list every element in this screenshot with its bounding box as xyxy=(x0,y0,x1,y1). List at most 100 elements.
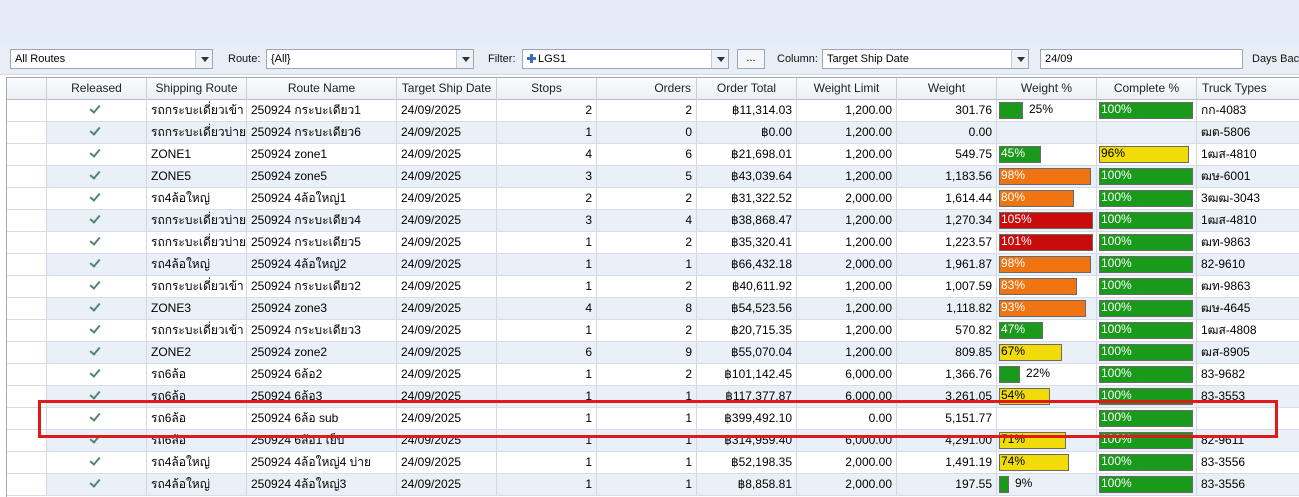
cell-shipping-route[interactable]: ZONE5 xyxy=(147,166,247,187)
filter-browse-button[interactable]: ... xyxy=(737,49,765,69)
cell-weight-pct[interactable]: 25% xyxy=(997,100,1097,121)
cell-truck-types[interactable]: 1ฒส-4810 xyxy=(1197,210,1299,231)
cell-orders[interactable]: 1 xyxy=(597,408,697,429)
cell-indicator[interactable] xyxy=(7,254,47,275)
cell-weight-limit[interactable]: 6,000.00 xyxy=(797,386,897,407)
cell-shipping-route[interactable]: รถ4ล้อใหญ่ xyxy=(147,452,247,473)
cell-stops[interactable]: 3 xyxy=(497,166,597,187)
cell-truck-types[interactable]: ฒส-8905 xyxy=(1197,342,1299,363)
cell-target-ship-date[interactable]: 24/09/2025 xyxy=(397,232,497,253)
cell-shipping-route[interactable]: ZONE2 xyxy=(147,342,247,363)
cell-target-ship-date[interactable]: 24/09/2025 xyxy=(397,254,497,275)
cell-stops[interactable]: 1 xyxy=(497,408,597,429)
cell-route-name[interactable]: 250924 กระบะเดียว6 xyxy=(247,122,397,143)
cell-order-total[interactable]: ฿66,432.18 xyxy=(697,254,797,275)
cell-weight[interactable]: 1,961.87 xyxy=(897,254,997,275)
cell-weight[interactable]: 4,291.00 xyxy=(897,430,997,451)
cell-stops[interactable]: 1 xyxy=(497,232,597,253)
cell-orders[interactable]: 2 xyxy=(597,100,697,121)
cell-weight-limit[interactable]: 1,200.00 xyxy=(797,298,897,319)
cell-released[interactable] xyxy=(47,210,147,231)
cell-weight-limit[interactable]: 2,000.00 xyxy=(797,474,897,495)
cell-weight-limit[interactable]: 6,000.00 xyxy=(797,364,897,385)
cell-truck-types[interactable]: 82-9611 xyxy=(1197,430,1299,451)
cell-orders[interactable]: 1 xyxy=(597,430,697,451)
column-header-released[interactable]: Released xyxy=(47,78,147,100)
cell-released[interactable] xyxy=(47,144,147,165)
cell-complete-pct[interactable]: 100% xyxy=(1097,188,1197,209)
cell-weight-limit[interactable]: 1,200.00 xyxy=(797,276,897,297)
cell-stops[interactable]: 1 xyxy=(497,276,597,297)
cell-weight-limit[interactable]: 1,200.00 xyxy=(797,210,897,231)
cell-weight-pct[interactable]: 67% xyxy=(997,342,1097,363)
cell-order-total[interactable]: ฿38,868.47 xyxy=(697,210,797,231)
cell-stops[interactable]: 2 xyxy=(497,188,597,209)
cell-order-total[interactable]: ฿43,039.64 xyxy=(697,166,797,187)
cell-weight-limit[interactable]: 1,200.00 xyxy=(797,100,897,121)
cell-released[interactable] xyxy=(47,342,147,363)
cell-order-total[interactable]: ฿314,959.40 xyxy=(697,430,797,451)
table-row[interactable]: รถกระบะเดี่ยวบ่าย 250924 กระบะเดียว6 24/09… xyxy=(7,122,1299,144)
table-row[interactable]: รถกระบะเดี่ยวบ่าย 250924 กระบะเดียว4 24/09… xyxy=(7,210,1299,232)
cell-orders[interactable]: 6 xyxy=(597,144,697,165)
cell-stops[interactable]: 1 xyxy=(497,122,597,143)
cell-orders[interactable]: 2 xyxy=(597,320,697,341)
cell-released[interactable] xyxy=(47,430,147,451)
cell-complete-pct[interactable]: 100% xyxy=(1097,254,1197,275)
cell-released[interactable] xyxy=(47,276,147,297)
chevron-down-icon[interactable] xyxy=(195,50,212,68)
cell-weight-pct[interactable]: 98% xyxy=(997,254,1097,275)
cell-weight-pct[interactable]: 71% xyxy=(997,430,1097,451)
cell-order-total[interactable]: ฿21,698.01 xyxy=(697,144,797,165)
cell-weight-pct[interactable]: 74% xyxy=(997,452,1097,473)
cell-stops[interactable]: 4 xyxy=(497,144,597,165)
chevron-down-icon[interactable] xyxy=(456,50,473,68)
cell-route-name[interactable]: 250924 4ล้อใหญ่1 xyxy=(247,188,397,209)
cell-route-name[interactable]: 250924 4ล้อใหญ่3 xyxy=(247,474,397,495)
column-header-complete-pct[interactable]: Complete % xyxy=(1097,78,1197,100)
cell-indicator[interactable] xyxy=(7,452,47,473)
cell-indicator[interactable] xyxy=(7,430,47,451)
cell-truck-types[interactable]: 83-9682 xyxy=(1197,364,1299,385)
cell-complete-pct[interactable]: 100% xyxy=(1097,298,1197,319)
cell-weight[interactable]: 3,261.05 xyxy=(897,386,997,407)
cell-order-total[interactable]: ฿55,070.04 xyxy=(697,342,797,363)
cell-weight-pct[interactable] xyxy=(997,408,1097,429)
cell-order-total[interactable]: ฿40,611.92 xyxy=(697,276,797,297)
cell-order-total[interactable]: ฿0.00 xyxy=(697,122,797,143)
cell-complete-pct[interactable]: 100% xyxy=(1097,474,1197,495)
cell-released[interactable] xyxy=(47,364,147,385)
cell-indicator[interactable] xyxy=(7,144,47,165)
cell-shipping-route[interactable]: รถกระบะเดี่ยวเข้า xyxy=(147,320,247,341)
cell-stops[interactable]: 2 xyxy=(497,100,597,121)
column-header-orders[interactable]: Orders xyxy=(597,78,697,100)
cell-stops[interactable]: 1 xyxy=(497,254,597,275)
cell-route-name[interactable]: 250924 กระบะเดียว3 xyxy=(247,320,397,341)
cell-complete-pct[interactable]: 100% xyxy=(1097,166,1197,187)
cell-weight-limit[interactable]: 2,000.00 xyxy=(797,452,897,473)
cell-complete-pct[interactable]: 100% xyxy=(1097,320,1197,341)
cell-weight[interactable]: 301.76 xyxy=(897,100,997,121)
cell-weight-pct[interactable]: 80% xyxy=(997,188,1097,209)
cell-shipping-route[interactable]: รถกระบะเดี่ยวเข้า xyxy=(147,100,247,121)
cell-order-total[interactable]: ฿11,314.03 xyxy=(697,100,797,121)
cell-weight[interactable]: 1,614.44 xyxy=(897,188,997,209)
cell-released[interactable] xyxy=(47,100,147,121)
cell-released[interactable] xyxy=(47,166,147,187)
cell-target-ship-date[interactable]: 24/09/2025 xyxy=(397,320,497,341)
cell-route-name[interactable]: 250924 6ล้อ3 xyxy=(247,386,397,407)
cell-order-total[interactable]: ฿35,320.41 xyxy=(697,232,797,253)
cell-target-ship-date[interactable]: 24/09/2025 xyxy=(397,298,497,319)
column-header-shipping-route[interactable]: Shipping Route xyxy=(147,78,247,100)
cell-shipping-route[interactable]: รถ4ล้อใหญ่ xyxy=(147,254,247,275)
cell-weight-pct[interactable]: 47% xyxy=(997,320,1097,341)
cell-orders[interactable]: 4 xyxy=(597,210,697,231)
cell-weight-limit[interactable]: 2,000.00 xyxy=(797,254,897,275)
cell-weight-limit[interactable]: 0.00 xyxy=(797,408,897,429)
cell-target-ship-date[interactable]: 24/09/2025 xyxy=(397,342,497,363)
cell-released[interactable] xyxy=(47,122,147,143)
cell-indicator[interactable] xyxy=(7,232,47,253)
cell-route-name[interactable]: 250924 4ล้อใหญ่2 xyxy=(247,254,397,275)
cell-orders[interactable]: 0 xyxy=(597,122,697,143)
cell-complete-pct[interactable]: 100% xyxy=(1097,342,1197,363)
